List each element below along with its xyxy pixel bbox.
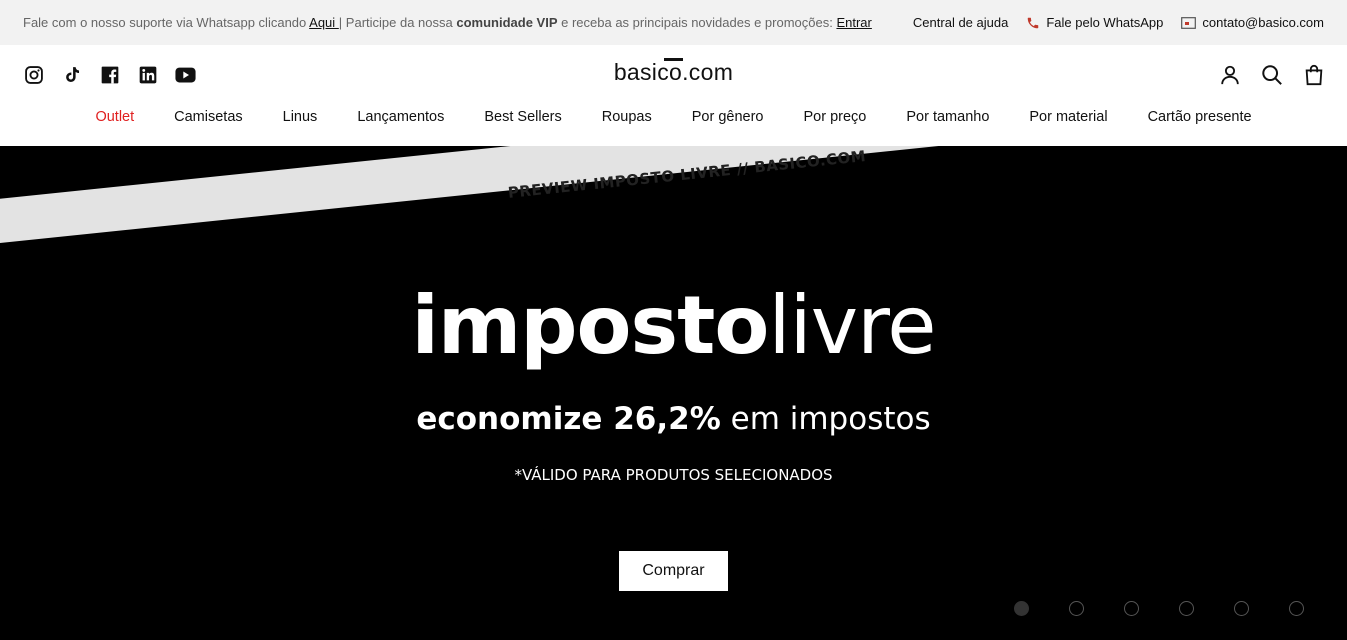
main-nav: Outlet Camisetas Linus Lançamentos Best …: [0, 109, 1347, 125]
account-icon[interactable]: [1218, 63, 1241, 86]
slider-dots: [1014, 601, 1304, 616]
nav-item-por-tamanho[interactable]: Por tamanho: [906, 109, 989, 125]
nav-item-lancamentos[interactable]: Lançamentos: [357, 109, 444, 125]
announcement-message: Fale com o nosso suporte via Whatsapp cl…: [23, 15, 872, 30]
hero-subtitle-bold: economize 26,2%: [416, 401, 721, 437]
hero-subtitle-light: em impostos: [720, 401, 931, 437]
nav-item-camisetas[interactable]: Camisetas: [174, 109, 243, 125]
nav-item-linus[interactable]: Linus: [283, 109, 318, 125]
hero-title-bold: imposto: [411, 279, 770, 372]
nav-item-por-material[interactable]: Por material: [1029, 109, 1107, 125]
hero-ribbon: [0, 146, 1347, 247]
nav-item-por-genero[interactable]: Por gênero: [692, 109, 764, 125]
announcement-bold: comunidade VIP: [456, 15, 558, 30]
slider-dot-6[interactable]: [1289, 601, 1304, 616]
nav-item-cartao-presente[interactable]: Cartão presente: [1148, 109, 1252, 125]
hero-title-light: livre: [768, 279, 936, 372]
slider-dot-1[interactable]: [1014, 601, 1029, 616]
mail-icon: [1181, 16, 1197, 29]
nav-item-best-sellers[interactable]: Best Sellers: [484, 109, 561, 125]
nav-item-por-preco[interactable]: Por preço: [803, 109, 866, 125]
announcement-bar: Fale com o nosso suporte via Whatsapp cl…: [0, 0, 1347, 45]
vip-enter-link[interactable]: Entrar: [836, 15, 871, 30]
bag-icon[interactable]: [1302, 63, 1325, 86]
buy-button[interactable]: Comprar: [619, 551, 728, 591]
header-actions: [1218, 63, 1325, 86]
logo-text: basico.com: [613, 59, 734, 85]
search-icon[interactable]: [1260, 63, 1283, 86]
hero-banner: PREVIEW IMPOSTO LIVRE // BASICO.COM impo…: [0, 146, 1347, 640]
slider-dot-2[interactable]: [1069, 601, 1084, 616]
email-label: contato@basico.com: [1202, 15, 1324, 30]
announcement-text-3: e receba as principais novidades e promo…: [557, 15, 837, 30]
logo-wrap: basico.com: [0, 58, 1347, 86]
announcement-text-1: Fale com o nosso suporte via Whatsapp cl…: [23, 15, 310, 30]
nav-item-roupas[interactable]: Roupas: [602, 109, 652, 125]
logo-bar: [663, 58, 683, 61]
slider-dot-5[interactable]: [1234, 601, 1249, 616]
email-link[interactable]: contato@basico.com: [1181, 15, 1324, 30]
site-header: basico.com Outlet Camisetas Linus Lançam…: [0, 45, 1347, 146]
help-center-label: Central de ajuda: [912, 15, 1009, 30]
slider-dot-4[interactable]: [1179, 601, 1194, 616]
hero-subtitle: economize 26,2% em impostos: [0, 404, 1347, 435]
help-center-link[interactable]: Central de ajuda: [913, 15, 1008, 30]
nav-item-outlet[interactable]: Outlet: [95, 109, 134, 125]
phone-icon: [1026, 16, 1040, 30]
slider-dot-3[interactable]: [1124, 601, 1139, 616]
hero-title: impostolivre: [0, 286, 1347, 366]
whatsapp-link[interactable]: Fale pelo WhatsApp: [1026, 15, 1163, 30]
site-logo[interactable]: basico.com: [613, 58, 734, 86]
whatsapp-support-link[interactable]: Aqui: [309, 15, 339, 30]
announcement-text-2: Participe da nossa: [342, 15, 457, 30]
hero-note: *VÁLIDO PARA PRODUTOS SELECIONADOS: [514, 466, 833, 484]
whatsapp-label: Fale pelo WhatsApp: [1046, 15, 1164, 30]
topbar-links: Central de ajuda Fale pelo WhatsApp cont…: [913, 15, 1324, 30]
